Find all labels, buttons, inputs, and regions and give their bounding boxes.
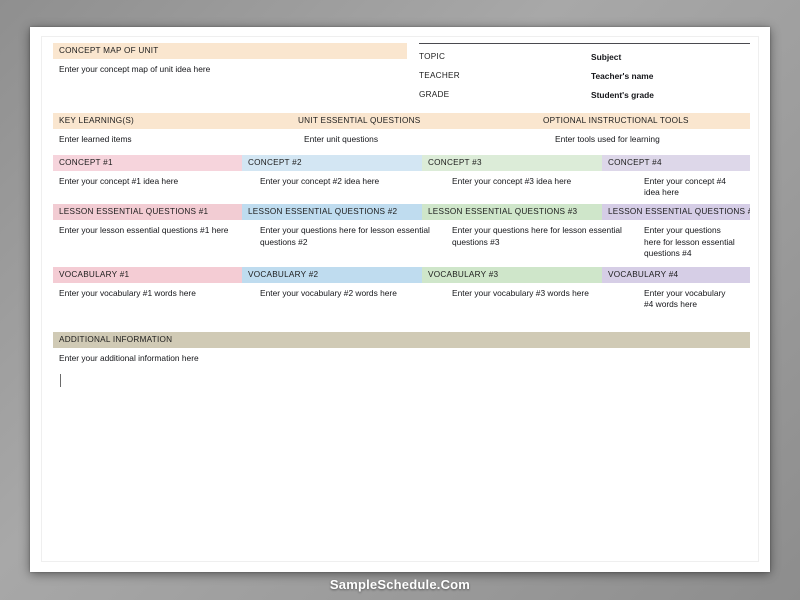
concept-4-header: CONCEPT #4 [602, 154, 750, 171]
meta-divider-rule [419, 43, 750, 44]
concept-1-header: CONCEPT #1 [53, 154, 242, 171]
concept-1-input[interactable]: Enter your concept #1 idea here [53, 171, 254, 199]
meta-row-grade: GRADE Student's grade [419, 85, 750, 104]
lesson-essential-questions-header-row: LESSON ESSENTIAL QUESTIONS #1 LESSON ESS… [53, 204, 750, 221]
optional-instructional-tools-header: OPTIONAL INSTRUCTIONAL TOOLS [543, 116, 689, 125]
lesson-essential-questions-3-input[interactable]: Enter your questions here for lesson ess… [446, 220, 638, 259]
meta-value-topic[interactable]: Subject [591, 52, 621, 62]
vocabulary-4-header: VOCABULARY #4 [602, 266, 750, 283]
key-learning-input[interactable]: Enter learned items [53, 129, 298, 146]
key-learning-header-row: KEY LEARNING(S) UNIT ESSENTIAL QUESTIONS… [53, 113, 750, 129]
top-section: CONCEPT MAP OF UNIT Enter your concept m… [53, 43, 750, 104]
vocabulary-3-input[interactable]: Enter your vocabulary #3 words here [446, 283, 638, 311]
unit-essential-questions-input[interactable]: Enter unit questions [298, 129, 549, 146]
concept-2-header: CONCEPT #2 [242, 154, 422, 171]
vocabulary-2-header: VOCABULARY #2 [242, 266, 422, 283]
concept-3-header: CONCEPT #3 [422, 154, 602, 171]
page-inner-frame: CONCEPT MAP OF UNIT Enter your concept m… [42, 37, 758, 561]
vocabulary-3-header: VOCABULARY #3 [422, 266, 602, 283]
document-page: CONCEPT MAP OF UNIT Enter your concept m… [30, 27, 770, 572]
key-learning-header: KEY LEARNING(S) [59, 116, 135, 125]
concept-3-input[interactable]: Enter your concept #3 idea here [446, 171, 638, 199]
concept-map-header: CONCEPT MAP OF UNIT [53, 43, 407, 59]
lesson-essential-questions-body-row: Enter your lesson essential questions #1… [53, 220, 750, 259]
lesson-essential-questions-3-header: LESSON ESSENTIAL QUESTIONS #3 [422, 204, 602, 221]
lesson-essential-questions-4-header: LESSON ESSENTIAL QUESTIONS #4 [602, 204, 750, 221]
vocabulary-4-input[interactable]: Enter your vocabulary #4 words here [638, 283, 750, 311]
unit-essential-questions-header: UNIT ESSENTIAL QUESTIONS [298, 116, 421, 125]
watermark: SampleSchedule.Com [329, 577, 471, 592]
lesson-essential-questions-2-input[interactable]: Enter your questions here for lesson ess… [254, 220, 446, 259]
meta-row-teacher: TEACHER Teacher's name [419, 66, 750, 85]
lesson-essential-questions-4-input[interactable]: Enter your questions here for lesson ess… [638, 220, 750, 259]
meta-value-teacher[interactable]: Teacher's name [591, 71, 653, 81]
optional-instructional-tools-input[interactable]: Enter tools used for learning [549, 129, 750, 146]
document-content: CONCEPT MAP OF UNIT Enter your concept m… [53, 43, 750, 561]
meta-row-topic: TOPIC Subject [419, 47, 750, 66]
lesson-essential-questions-1-header: LESSON ESSENTIAL QUESTIONS #1 [53, 204, 242, 221]
vocabulary-1-header: VOCABULARY #1 [53, 266, 242, 283]
additional-information-input[interactable]: Enter your additional information here [53, 348, 750, 365]
vocabulary-1-input[interactable]: Enter your vocabulary #1 words here [53, 283, 254, 311]
lesson-essential-questions-1-input[interactable]: Enter your lesson essential questions #1… [53, 220, 254, 259]
meta-block: TOPIC Subject TEACHER Teacher's name GRA… [419, 43, 750, 104]
concept-map-block: CONCEPT MAP OF UNIT Enter your concept m… [53, 43, 407, 76]
meta-label-teacher: TEACHER [419, 71, 460, 80]
vocabulary-2-input[interactable]: Enter your vocabulary #2 words here [254, 283, 446, 311]
additional-information-header: ADDITIONAL INFORMATION [53, 332, 750, 349]
concept-4-input[interactable]: Enter your concept #4 idea here [638, 171, 750, 199]
concept-2-input[interactable]: Enter your concept #2 idea here [254, 171, 446, 199]
text-cursor-caret [60, 373, 61, 387]
concept-map-input[interactable]: Enter your concept map of unit idea here [53, 59, 407, 76]
vocabulary-body-row: Enter your vocabulary #1 words here Ente… [53, 283, 750, 311]
meta-label-topic: TOPIC [419, 52, 446, 61]
key-learning-body-row: Enter learned items Enter unit questions… [53, 129, 750, 146]
meta-value-grade[interactable]: Student's grade [591, 90, 654, 100]
lesson-essential-questions-2-header: LESSON ESSENTIAL QUESTIONS #2 [242, 204, 422, 221]
concept-body-row: Enter your concept #1 idea here Enter yo… [53, 171, 750, 199]
concept-header-row: CONCEPT #1 CONCEPT #2 CONCEPT #3 CONCEPT… [53, 154, 750, 171]
meta-label-grade: GRADE [419, 90, 450, 99]
vocabulary-header-row: VOCABULARY #1 VOCABULARY #2 VOCABULARY #… [53, 266, 750, 283]
